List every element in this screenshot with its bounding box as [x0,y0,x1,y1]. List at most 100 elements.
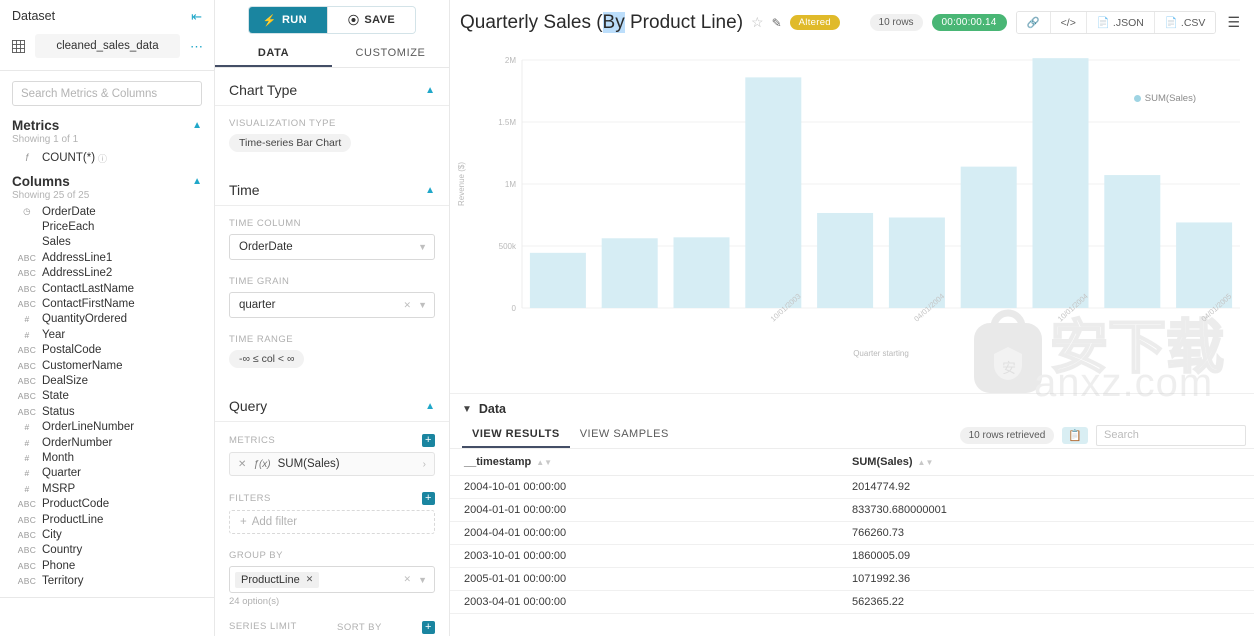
chevron-down-icon[interactable]: ▼ [418,242,427,252]
collapse-left-icon[interactable]: ⇤ [191,10,202,23]
tab-view-results[interactable]: VIEW RESULTS [462,422,570,448]
chevron-up-icon[interactable]: ▲ [425,185,435,196]
star-icon[interactable]: ☆ [751,14,764,31]
dataset-selector-row[interactable]: cleaned_sales_data ⋯ [0,31,214,61]
remove-metric-icon[interactable]: ✕ [238,459,246,470]
bar[interactable] [1032,58,1089,308]
chevron-down-icon[interactable]: ▼ [418,575,427,585]
chevron-up-icon[interactable]: ▲ [425,401,435,412]
copy-icon[interactable]: 📋 [1062,426,1088,444]
column-item[interactable]: ABC PostalCode [0,343,214,358]
status-badge-altered[interactable]: Altered [789,15,840,30]
group-by-tag[interactable]: ProductLine ✕ [235,571,320,588]
column-header[interactable]: SUM(Sales) ▲▼ [852,448,1254,476]
tab-customize[interactable]: CUSTOMIZE [332,40,449,67]
group-by-select[interactable]: ProductLine ✕ ✕ ▼ [229,566,435,593]
add-filter-button[interactable]: + Add filter [229,510,435,534]
column-item[interactable]: Sales [0,235,214,250]
bar[interactable] [817,212,874,308]
columns-section-header[interactable]: Columns ▲ [0,168,214,189]
chevron-down-icon[interactable]: ▼ [418,300,427,310]
page-title[interactable]: Quarterly Sales (By Product Line) [460,11,743,34]
column-item[interactable]: # OrderLineNumber [0,419,214,434]
dataset-name[interactable]: cleaned_sales_data [35,34,180,58]
chevron-up-icon[interactable]: ▲ [425,85,435,96]
bar[interactable] [1104,175,1161,308]
chevron-down-icon[interactable]: ▼ [462,404,472,415]
bar[interactable] [673,237,730,308]
bar[interactable] [601,238,658,308]
bar[interactable] [960,166,1017,308]
metrics-section-header[interactable]: Metrics ▲ [0,112,214,133]
visualization-type-value[interactable]: Time-series Bar Chart [229,134,352,152]
column-item[interactable]: ABC Phone [0,558,214,573]
column-item[interactable]: ◷ OrderDate [0,204,214,219]
time-grain-select[interactable]: quarter ✕ ▼ [229,292,435,318]
metric-chip-sum-sales[interactable]: ✕ ƒ(x) SUM(Sales) › [229,452,435,476]
column-item[interactable]: ABC ProductLine [0,512,214,527]
tab-data[interactable]: DATA [215,40,332,67]
column-item[interactable]: ABC ContactLastName [0,281,214,296]
more-options-icon[interactable]: ⋯ [190,40,204,53]
data-panel-header[interactable]: ▼ Data [450,394,1254,422]
table-row[interactable]: 2005-01-01 00:00:00 1071992.36 [450,567,1254,591]
chart-legend[interactable]: SUM(Sales) [1133,93,1196,104]
add-metric-icon[interactable]: + [422,434,435,447]
column-item[interactable]: # Year [0,327,214,342]
link-icon[interactable]: 🔗 [1016,12,1051,33]
column-item[interactable]: ABC AddressLine1 [0,250,214,265]
bar[interactable] [745,77,802,308]
column-item[interactable]: ABC CustomerName [0,358,214,373]
sort-icon[interactable]: ▲▼ [536,458,552,467]
tab-view-samples[interactable]: VIEW SAMPLES [570,422,679,448]
help-icon[interactable]: ⓘ [98,152,107,165]
time-range-value[interactable]: -∞ ≤ col < ∞ [229,350,305,368]
sort-icon[interactable]: ▲▼ [918,458,934,467]
save-button[interactable]: ⦿ SAVE [327,7,416,33]
add-sort-metric-icon[interactable]: + [422,621,435,634]
column-item[interactable]: ABC Country [0,543,214,558]
bar[interactable] [529,252,586,308]
hamburger-menu-icon[interactable]: ☰ [1225,14,1240,31]
add-filter-icon[interactable]: + [422,492,435,505]
table-row[interactable]: 2004-01-01 00:00:00 833730.680000001 [450,498,1254,522]
column-item[interactable]: ABC DealSize [0,373,214,388]
table-row[interactable]: 2004-10-01 00:00:00 2014774.92 [450,475,1254,499]
code-icon[interactable]: </> [1050,12,1087,33]
metric-item-count[interactable]: f COUNT(*) ⓘ [0,148,214,168]
x-axis-label: Quarter starting [853,349,909,358]
clear-icon[interactable]: ✕ [404,300,412,311]
column-item[interactable]: ABC ProductCode [0,496,214,511]
column-item[interactable]: # OrderNumber [0,435,214,450]
query-section-header[interactable]: Query ▲ [215,384,449,422]
column-item[interactable]: ABC AddressLine2 [0,266,214,281]
download-csv-button[interactable]: 📄 .CSV [1154,12,1216,33]
column-item[interactable]: # MSRP [0,481,214,496]
column-item[interactable]: ABC Status [0,404,214,419]
column-header[interactable]: __timestamp ▲▼ [450,448,852,476]
chevron-up-icon[interactable]: ▲ [192,176,202,187]
table-row[interactable]: 2003-10-01 00:00:00 1860005.09 [450,544,1254,568]
run-button[interactable]: ⚡ RUN [248,7,327,33]
time-column-select[interactable]: OrderDate ▼ [229,234,435,260]
remove-tag-icon[interactable]: ✕ [306,574,314,585]
column-item[interactable]: # Month [0,450,214,465]
column-item[interactable]: PriceEach [0,219,214,234]
table-row[interactable]: 2003-04-01 00:00:00 562365.22 [450,590,1254,614]
chevron-up-icon[interactable]: ▲ [192,120,202,131]
chevron-right-icon[interactable]: › [423,459,426,470]
results-search-input[interactable] [1096,424,1246,446]
search-metrics-columns-input[interactable] [12,81,202,106]
clear-icon[interactable]: ✕ [404,574,412,585]
column-item[interactable]: ABC ContactFirstName [0,296,214,311]
time-section-header[interactable]: Time ▲ [215,168,449,206]
chart-type-section-header[interactable]: Chart Type ▲ [215,68,449,106]
edit-icon[interactable]: ✎ [772,16,782,30]
column-item[interactable]: ABC State [0,389,214,404]
column-item[interactable]: ABC Territory [0,573,214,588]
download-json-button[interactable]: 📄 .JSON [1086,12,1155,33]
column-item[interactable]: ABC City [0,527,214,542]
column-item[interactable]: # QuantityOrdered [0,312,214,327]
table-row[interactable]: 2004-04-01 00:00:00 766260.73 [450,521,1254,545]
column-item[interactable]: # Quarter [0,466,214,481]
